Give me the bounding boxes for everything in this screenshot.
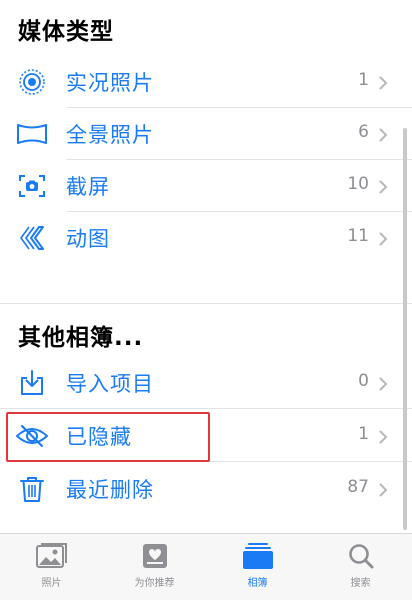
hidden-album-highlight-box [6, 412, 210, 462]
chevron-right-icon [379, 75, 388, 94]
chevron-right-icon [379, 231, 388, 250]
album-count: 1 [358, 424, 369, 444]
album-count: 6 [358, 122, 369, 142]
album-label: 截屏 [66, 175, 110, 199]
chevron-right-icon [379, 376, 388, 395]
album-row-live-photos[interactable]: 实况照片 1 [0, 56, 412, 108]
tab-albums[interactable]: 相簿 [206, 534, 309, 600]
album-count: 0 [358, 371, 369, 391]
tab-bar: 照片 为你推荐 相簿 搜索 [0, 533, 412, 600]
album-label: 实况照片 [66, 71, 154, 95]
album-count: 87 [347, 477, 369, 497]
album-row-imports[interactable]: 导入项目 0 [0, 357, 412, 409]
album-row-panoramas[interactable]: 全景照片 6 [0, 108, 412, 160]
panorama-icon [14, 116, 50, 152]
tab-label: 照片 [41, 578, 62, 589]
tab-label: 为你推荐 [134, 578, 175, 589]
album-count: 11 [347, 226, 369, 246]
album-count: 1 [358, 70, 369, 90]
tab-search[interactable]: 搜索 [309, 534, 412, 600]
chevron-right-icon [379, 482, 388, 501]
chevron-right-icon [379, 429, 388, 448]
media-types-title: 媒体类型 [18, 19, 114, 45]
albums-tab-icon [241, 542, 275, 570]
album-label: 全景照片 [66, 123, 154, 147]
search-tab-icon [344, 542, 378, 570]
album-row-animated[interactable]: 动图 11 [0, 212, 412, 264]
album-row-recently-deleted[interactable]: 最近删除 87 [0, 463, 412, 515]
section-divider [0, 303, 412, 304]
chevron-right-icon [379, 179, 388, 198]
album-count: 10 [347, 174, 369, 194]
other-albums-title: 其他相簿... [18, 325, 144, 351]
tab-photos[interactable]: 照片 [0, 534, 103, 600]
row-separator [0, 408, 412, 409]
scrollbar[interactable] [403, 128, 407, 530]
screenshot-icon [14, 168, 50, 204]
animated-icon [14, 220, 50, 256]
album-row-screenshots[interactable]: 截屏 10 [0, 160, 412, 212]
chevron-right-icon [379, 127, 388, 146]
import-icon [14, 365, 50, 401]
album-label: 动图 [66, 227, 110, 251]
album-label: 最近删除 [66, 478, 154, 502]
photos-tab-icon [35, 542, 69, 570]
for-you-tab-icon [138, 542, 172, 570]
album-label: 导入项目 [66, 372, 154, 396]
live-photo-icon [14, 64, 50, 100]
tab-for-you[interactable]: 为你推荐 [103, 534, 206, 600]
trash-icon [14, 471, 50, 507]
tab-label: 相簿 [247, 578, 268, 589]
tab-label: 搜索 [350, 578, 371, 589]
